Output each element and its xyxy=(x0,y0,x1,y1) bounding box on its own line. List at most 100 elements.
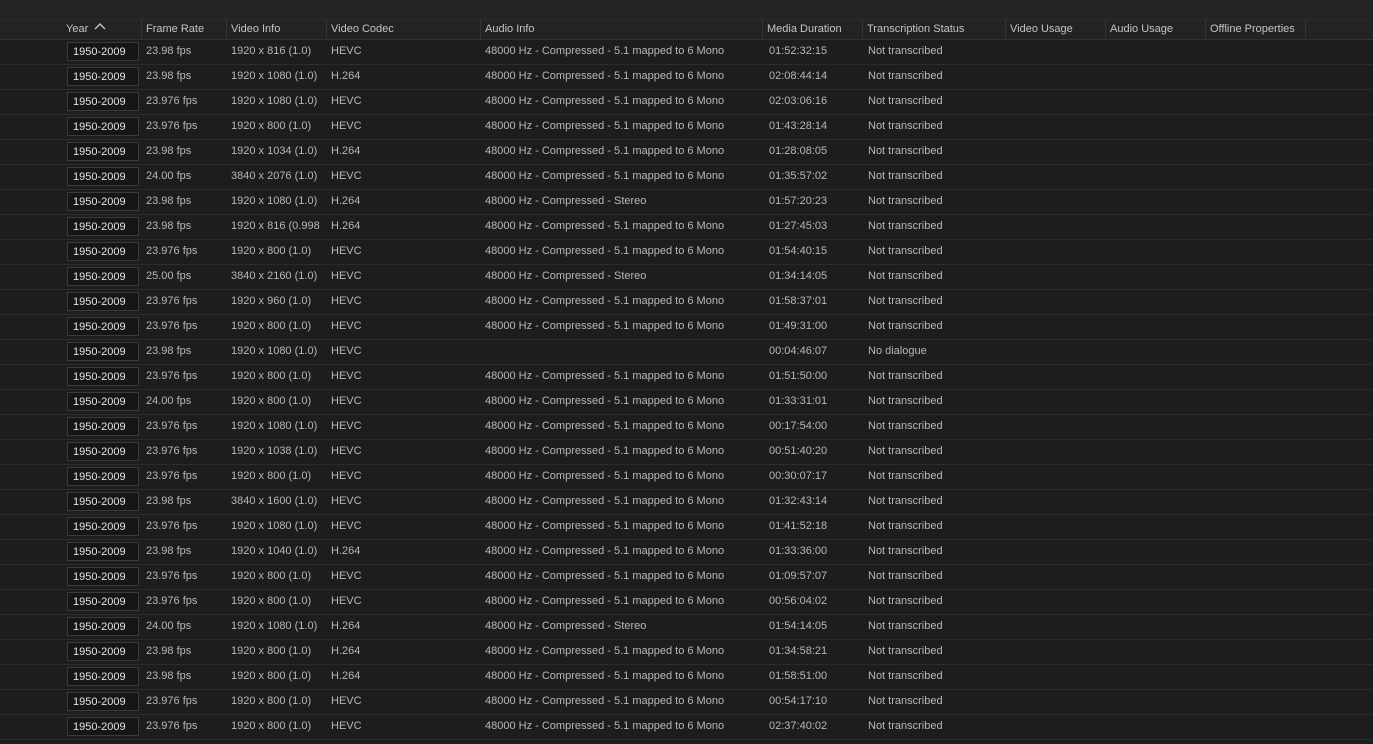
transcription-status-cell: Not transcribed xyxy=(868,720,943,732)
table-row[interactable]: 1950-2009 23.976 fps 1920 x 800 (1.0) HEVC 4… xyxy=(0,315,1373,340)
column-header-transcription-status[interactable]: Transcription Status xyxy=(863,20,1006,39)
transcription-status-cell: Not transcribed xyxy=(868,695,943,707)
panel-top-bar xyxy=(0,0,1373,20)
transcription-status-cell: Not transcribed xyxy=(868,170,943,182)
table-row[interactable]: 1950-2009 23.98 fps 1920 x 1080 (1.0) H.264… xyxy=(0,65,1373,90)
frame-rate-cell: 23.976 fps xyxy=(146,520,198,532)
video-codec-cell: HEVC xyxy=(331,495,362,507)
year-field[interactable]: 1950-2009 xyxy=(67,667,139,686)
year-field[interactable]: 1950-2009 xyxy=(67,142,139,161)
table-row[interactable]: 1950-2009 23.976 fps 1920 x 800 (1.0) HEVC 4… xyxy=(0,565,1373,590)
table-row[interactable]: 1950-2009 23.976 fps 1920 x 800 (1.0) HEVC 4… xyxy=(0,240,1373,265)
year-field[interactable]: 1950-2009 xyxy=(67,367,139,386)
audio-info-cell: 48000 Hz - Compressed - 5.1 mapped to 6 … xyxy=(485,70,725,82)
year-field[interactable]: 1950-2009 xyxy=(67,267,139,286)
media-duration-cell: 01:09:57:07 xyxy=(769,570,828,582)
column-header-video-usage[interactable]: Video Usage xyxy=(1006,20,1106,39)
table-row[interactable]: 1950-2009 23.98 fps 1920 x 800 (1.0) H.264 4… xyxy=(0,665,1373,690)
transcription-status-cell: Not transcribed xyxy=(868,245,943,257)
video-codec-cell: H.264 xyxy=(331,545,361,557)
table-row[interactable]: 1950-2009 23.98 fps 3840 x 1600 (1.0) HEVC 4… xyxy=(0,490,1373,515)
table-row[interactable]: 1950-2009 23.976 fps 1920 x 1038 (1.0) HEVC… xyxy=(0,440,1373,465)
year-field[interactable]: 1950-2009 xyxy=(67,317,139,336)
column-header-media-duration[interactable]: Media Duration xyxy=(763,20,863,39)
table-row[interactable]: 1950-2009 23.976 fps 1920 x 1080 (1.0) HEVC… xyxy=(0,515,1373,540)
column-header-label: Media Duration xyxy=(767,23,842,35)
year-field[interactable]: 1950-2009 xyxy=(67,542,139,561)
column-header-video-codec[interactable]: Video Codec xyxy=(327,20,481,39)
table-row[interactable]: 1950-2009 25.00 fps 3840 x 2160 (1.0) HEVC 4… xyxy=(0,265,1373,290)
table-row[interactable]: 1950-2009 23.976 fps 1920 x 800 (1.0) HEVC 4… xyxy=(0,690,1373,715)
chevron-up-icon[interactable] xyxy=(94,20,106,37)
table-row[interactable]: 1950-2009 23.976 fps 1920 x 1080 (1.0) HEVC… xyxy=(0,90,1373,115)
video-codec-cell: HEVC xyxy=(331,245,362,257)
table-row[interactable]: 1950-2009 23.98 fps 1920 x 816 (1.0) HEVC 48… xyxy=(0,40,1373,65)
year-field[interactable]: 1950-2009 xyxy=(67,217,139,236)
year-field[interactable]: 1950-2009 xyxy=(67,342,139,361)
table-row[interactable]: 1950-2009 23.976 fps 1920 x 800 (1.0) HEVC 4… xyxy=(0,465,1373,490)
year-field[interactable]: 1950-2009 xyxy=(67,692,139,711)
year-field[interactable]: 1950-2009 xyxy=(67,717,139,736)
table-row[interactable]: 1950-2009 23.98 fps 1920 x 1034 (1.0) H.264… xyxy=(0,140,1373,165)
column-header-audio-info[interactable]: Audio Info xyxy=(481,20,763,39)
year-field[interactable]: 1950-2009 xyxy=(67,467,139,486)
table-row[interactable]: 1950-2009 23.98 fps 1920 x 816 (0.998 H.264… xyxy=(0,215,1373,240)
table-row[interactable]: 1950-2009 23.976 fps 1920 x 800 (1.0) HEVC 4… xyxy=(0,365,1373,390)
frame-rate-cell: 23.98 fps xyxy=(146,670,192,682)
table-row[interactable]: 1950-2009 23.98 fps 1920 x 1040 (1.0) H.264… xyxy=(0,540,1373,565)
year-field[interactable]: 1950-2009 xyxy=(67,392,139,411)
year-field[interactable]: 1950-2009 xyxy=(67,42,139,61)
year-field[interactable]: 1950-2009 xyxy=(67,492,139,511)
table-row[interactable]: 1950-2009 24.00 fps 1920 x 800 (1.0) HEVC 48… xyxy=(0,390,1373,415)
transcription-status-cell: Not transcribed xyxy=(868,670,943,682)
year-field[interactable]: 1950-2009 xyxy=(67,167,139,186)
year-field[interactable]: 1950-2009 xyxy=(67,92,139,111)
year-field[interactable]: 1950-2009 xyxy=(67,117,139,136)
column-header-offline-properties[interactable]: Offline Properties xyxy=(1206,20,1306,39)
frame-rate-cell: 23.98 fps xyxy=(146,545,192,557)
video-info-cell: 1920 x 800 (1.0) xyxy=(231,645,312,657)
year-field[interactable]: 1950-2009 xyxy=(67,192,139,211)
transcription-status-cell: Not transcribed xyxy=(868,545,943,557)
media-duration-cell: 01:52:32:15 xyxy=(769,45,828,57)
media-duration-cell: 01:57:20:23 xyxy=(769,195,828,207)
table-row[interactable]: 1950-2009 24.00 fps 1920 x 1080 (1.0) H.264… xyxy=(0,615,1373,640)
year-field[interactable]: 1950-2009 xyxy=(67,292,139,311)
year-field[interactable]: 1950-2009 xyxy=(67,592,139,611)
table-row[interactable]: 1950-2009 23.98 fps 1920 x 1080 (1.0) H.264… xyxy=(0,190,1373,215)
media-duration-cell: 01:28:08:05 xyxy=(769,145,828,157)
media-duration-cell: 02:03:06:16 xyxy=(769,95,828,107)
table-row[interactable]: 1950-2009 23.98 fps 1920 x 1080 (1.0) HEVC 0… xyxy=(0,340,1373,365)
transcription-status-cell: Not transcribed xyxy=(868,220,943,232)
table-row[interactable]: 1950-2009 23.976 fps 1920 x 1080 (1.0) HEVC… xyxy=(0,415,1373,440)
table-row[interactable]: 1950-2009 24.00 fps 3840 x 2076 (1.0) HEVC 4… xyxy=(0,165,1373,190)
video-info-cell: 1920 x 800 (1.0) xyxy=(231,695,312,707)
transcription-status-cell: Not transcribed xyxy=(868,270,943,282)
media-duration-cell: 00:30:07:17 xyxy=(769,470,828,482)
table-row[interactable]: 1950-2009 23.976 fps 1920 x 800 (1.0) HEVC 4… xyxy=(0,115,1373,140)
video-info-cell: 1920 x 960 (1.0) xyxy=(231,295,312,307)
table-row[interactable]: 1950-2009 23.976 fps 1920 x 960 (1.0) HEVC 4… xyxy=(0,290,1373,315)
year-field[interactable]: 1950-2009 xyxy=(67,567,139,586)
audio-info-cell: 48000 Hz - Compressed - 5.1 mapped to 6 … xyxy=(485,470,725,482)
table-row[interactable]: 1950-2009 23.976 fps 1920 x 800 (1.0) HEVC 4… xyxy=(0,715,1373,740)
year-field[interactable]: 1950-2009 xyxy=(67,617,139,636)
media-duration-cell: 01:49:31:00 xyxy=(769,320,828,332)
column-header-frame-rate[interactable]: Frame Rate xyxy=(142,20,227,39)
year-field[interactable]: 1950-2009 xyxy=(67,517,139,536)
table-row[interactable]: 1950-2009 23.98 fps 1920 x 800 (1.0) H.264 4… xyxy=(0,640,1373,665)
video-codec-cell: HEVC xyxy=(331,120,362,132)
video-codec-cell: HEVC xyxy=(331,170,362,182)
audio-info-cell: 48000 Hz - Compressed - 5.1 mapped to 6 … xyxy=(485,520,725,532)
year-field[interactable]: 1950-2009 xyxy=(67,242,139,261)
video-info-cell: 1920 x 800 (1.0) xyxy=(231,570,312,582)
column-header-year[interactable]: Year xyxy=(62,20,142,39)
year-field[interactable]: 1950-2009 xyxy=(67,642,139,661)
year-field[interactable]: 1950-2009 xyxy=(67,442,139,461)
table-row[interactable]: 1950-2009 23.976 fps 1920 x 800 (1.0) HEVC 4… xyxy=(0,590,1373,615)
column-header-video-info[interactable]: Video Info xyxy=(227,20,327,39)
year-field[interactable]: 1950-2009 xyxy=(67,417,139,436)
column-header-audio-usage[interactable]: Audio Usage xyxy=(1106,20,1206,39)
year-field[interactable]: 1950-2009 xyxy=(67,67,139,86)
media-duration-cell: 01:27:45:03 xyxy=(769,220,828,232)
